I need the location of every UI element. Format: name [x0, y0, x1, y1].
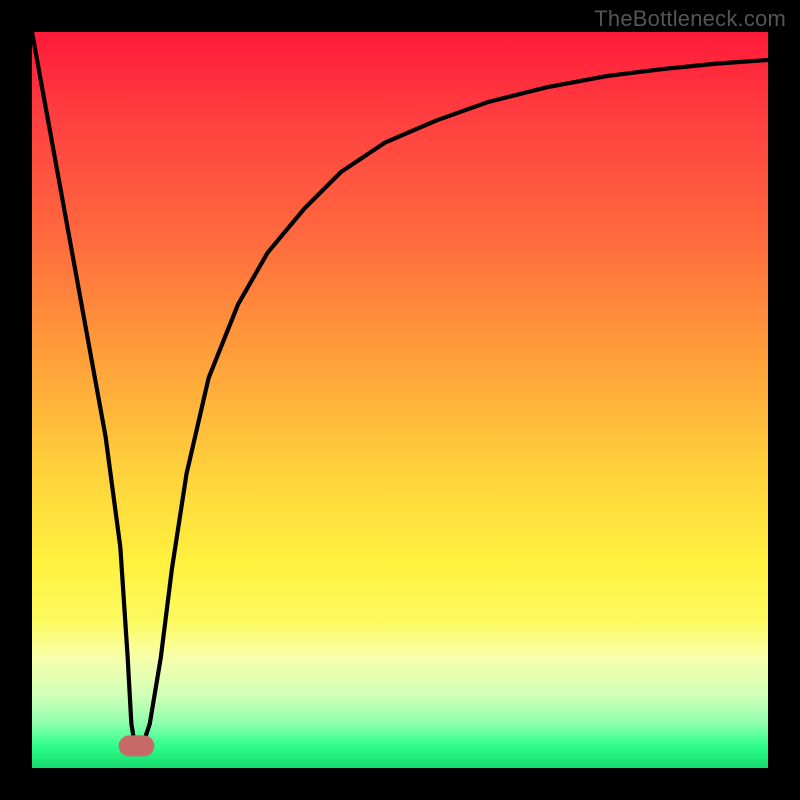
chart-curve — [32, 32, 768, 746]
chart-plot-area — [32, 32, 768, 768]
chart-svg — [32, 32, 768, 768]
watermark-text: TheBottleneck.com — [594, 6, 786, 32]
chart-frame: TheBottleneck.com — [0, 0, 800, 800]
